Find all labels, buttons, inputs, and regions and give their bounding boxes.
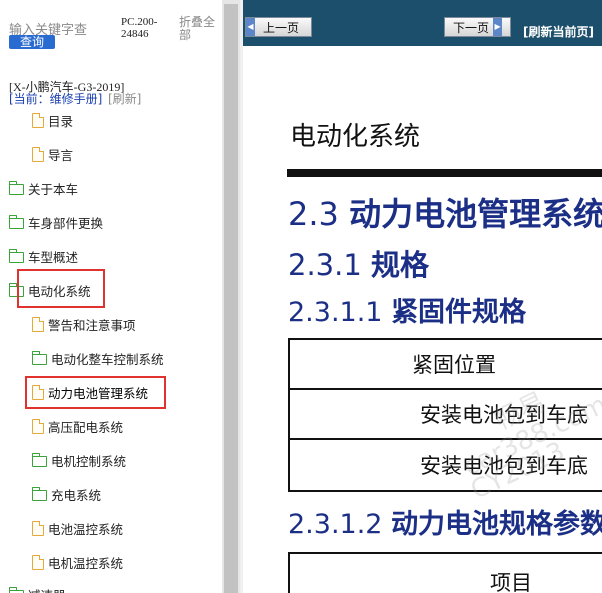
tree-item-motor-thermal[interactable]: 电机温控系统 <box>32 550 123 574</box>
document-icon <box>32 112 44 128</box>
search-button[interactable]: 查询 <box>9 35 55 49</box>
table-header: 项目 <box>490 571 532 593</box>
tree-item-label: 充电系统 <box>51 487 102 503</box>
next-page-label: 下一页 <box>453 20 490 35</box>
tree-item-label: 电池温控系统 <box>48 521 124 537</box>
section-number: 2.3 <box>288 195 339 233</box>
tree-item-intro[interactable]: 导言 <box>32 142 73 166</box>
folder-icon <box>8 214 24 229</box>
tree-item-warnings[interactable]: 警告和注意事项 <box>32 312 136 336</box>
tree-item-charging[interactable]: 充电系统 <box>31 482 102 506</box>
tree-item-label: 电机温控系统 <box>48 555 124 571</box>
tree-item-about-vehicle[interactable]: 关于本车 <box>8 176 79 200</box>
prev-page-button[interactable]: ◀ 上一页 <box>245 17 312 37</box>
subsubsection-heading: 2.3.1.1 紧固件规格 <box>288 290 526 329</box>
folder-icon <box>31 486 47 501</box>
tree-item-motor-control[interactable]: 电机控制系统 <box>31 448 127 472</box>
tree-item-label: 关于本车 <box>28 181 79 197</box>
document-icon <box>32 316 44 332</box>
folder-icon <box>8 248 24 263</box>
subsection-title: 规格 <box>371 248 430 282</box>
refresh-link[interactable]: [刷新] <box>108 90 141 107</box>
document-icon <box>32 554 44 570</box>
tree-item-label: 电机控制系统 <box>51 453 127 469</box>
tree-item-label: 导言 <box>48 147 74 163</box>
folder-icon <box>31 350 47 365</box>
battery-spec-table: 项目 <box>288 552 602 593</box>
doc-toolbar: ◀ 上一页 下一页 ▶ [刷新当前页] <box>243 0 602 46</box>
folder-icon <box>31 452 47 467</box>
nav-panel: 输入关键字查 查询 PC.200-24846 折叠全部 [X-小鹏汽车-G3-2… <box>0 0 222 593</box>
document-icon <box>32 146 44 162</box>
scrollbar-thumb[interactable] <box>224 4 238 593</box>
tree-item-battery-thermal[interactable]: 电池温控系统 <box>32 516 123 540</box>
folder-icon <box>8 586 24 593</box>
tree-item-label: 减速器 <box>28 585 66 593</box>
section-heading: 2.3 动力电池管理系统 <box>288 189 602 235</box>
tree-item-label: 电动化整车控制系统 <box>51 351 164 367</box>
subsection-number: 2.3.1 <box>288 248 362 282</box>
tree-item-model-overview[interactable]: 车型概述 <box>8 244 79 268</box>
subsubsection-number: 2.3.1.1 <box>288 297 383 328</box>
tree-item-body-parts[interactable]: 车身部件更换 <box>8 210 104 234</box>
tree-item-label: 高压配电系统 <box>48 419 124 435</box>
tree-item-label: 车身部件更换 <box>28 215 104 231</box>
refresh-page-link[interactable]: [刷新当前页] <box>523 23 594 40</box>
highlight-box <box>25 376 166 409</box>
current-manual-link[interactable]: [当前：维修手册] <box>9 90 102 107</box>
subsubsection-title: 紧固件规格 <box>391 297 527 328</box>
subsubsection-number: 2.3.1.2 <box>288 509 383 540</box>
arrow-left-icon: ◀ <box>246 18 255 36</box>
next-page-button[interactable]: 下一页 ▶ <box>444 17 511 37</box>
subsubsection-heading: 2.3.1.2 动力电池规格参数 <box>288 502 602 541</box>
subsection-heading: 2.3.1 规格 <box>288 242 429 284</box>
tree-item-hv-distribution[interactable]: 高压配电系统 <box>32 414 123 438</box>
document-icon <box>32 520 44 536</box>
tree-item-label: 车型概述 <box>28 249 79 265</box>
prev-page-label: 上一页 <box>263 20 300 35</box>
collapse-all-link[interactable]: 折叠全部 <box>179 16 217 42</box>
folder-icon <box>8 180 24 195</box>
pc-code: PC.200-24846 <box>121 16 158 40</box>
tree-item-label: 目录 <box>48 113 74 129</box>
document-icon <box>32 418 44 434</box>
document-view: 电动化系统 2.3 动力电池管理系统 2.3.1 规格 2.3.1.1 紧固件规… <box>243 46 602 593</box>
tree-item-vehicle-control[interactable]: 电动化整车控制系统 <box>31 346 164 370</box>
subsubsection-title: 动力电池规格参数 <box>391 509 602 540</box>
arrow-right-icon: ▶ <box>493 18 503 36</box>
title-rule <box>287 169 602 177</box>
tree-item-toc[interactable]: 目录 <box>32 108 73 132</box>
tree-item-reducer[interactable]: 减速器 <box>8 582 66 593</box>
highlight-box <box>17 269 105 308</box>
page-title: 电动化系统 <box>290 122 421 152</box>
section-title: 动力电池管理系统 <box>349 195 602 233</box>
tree-item-label: 警告和注意事项 <box>48 317 136 333</box>
table-header: 紧固位置 <box>290 340 602 390</box>
scrollbar[interactable] <box>222 0 240 593</box>
